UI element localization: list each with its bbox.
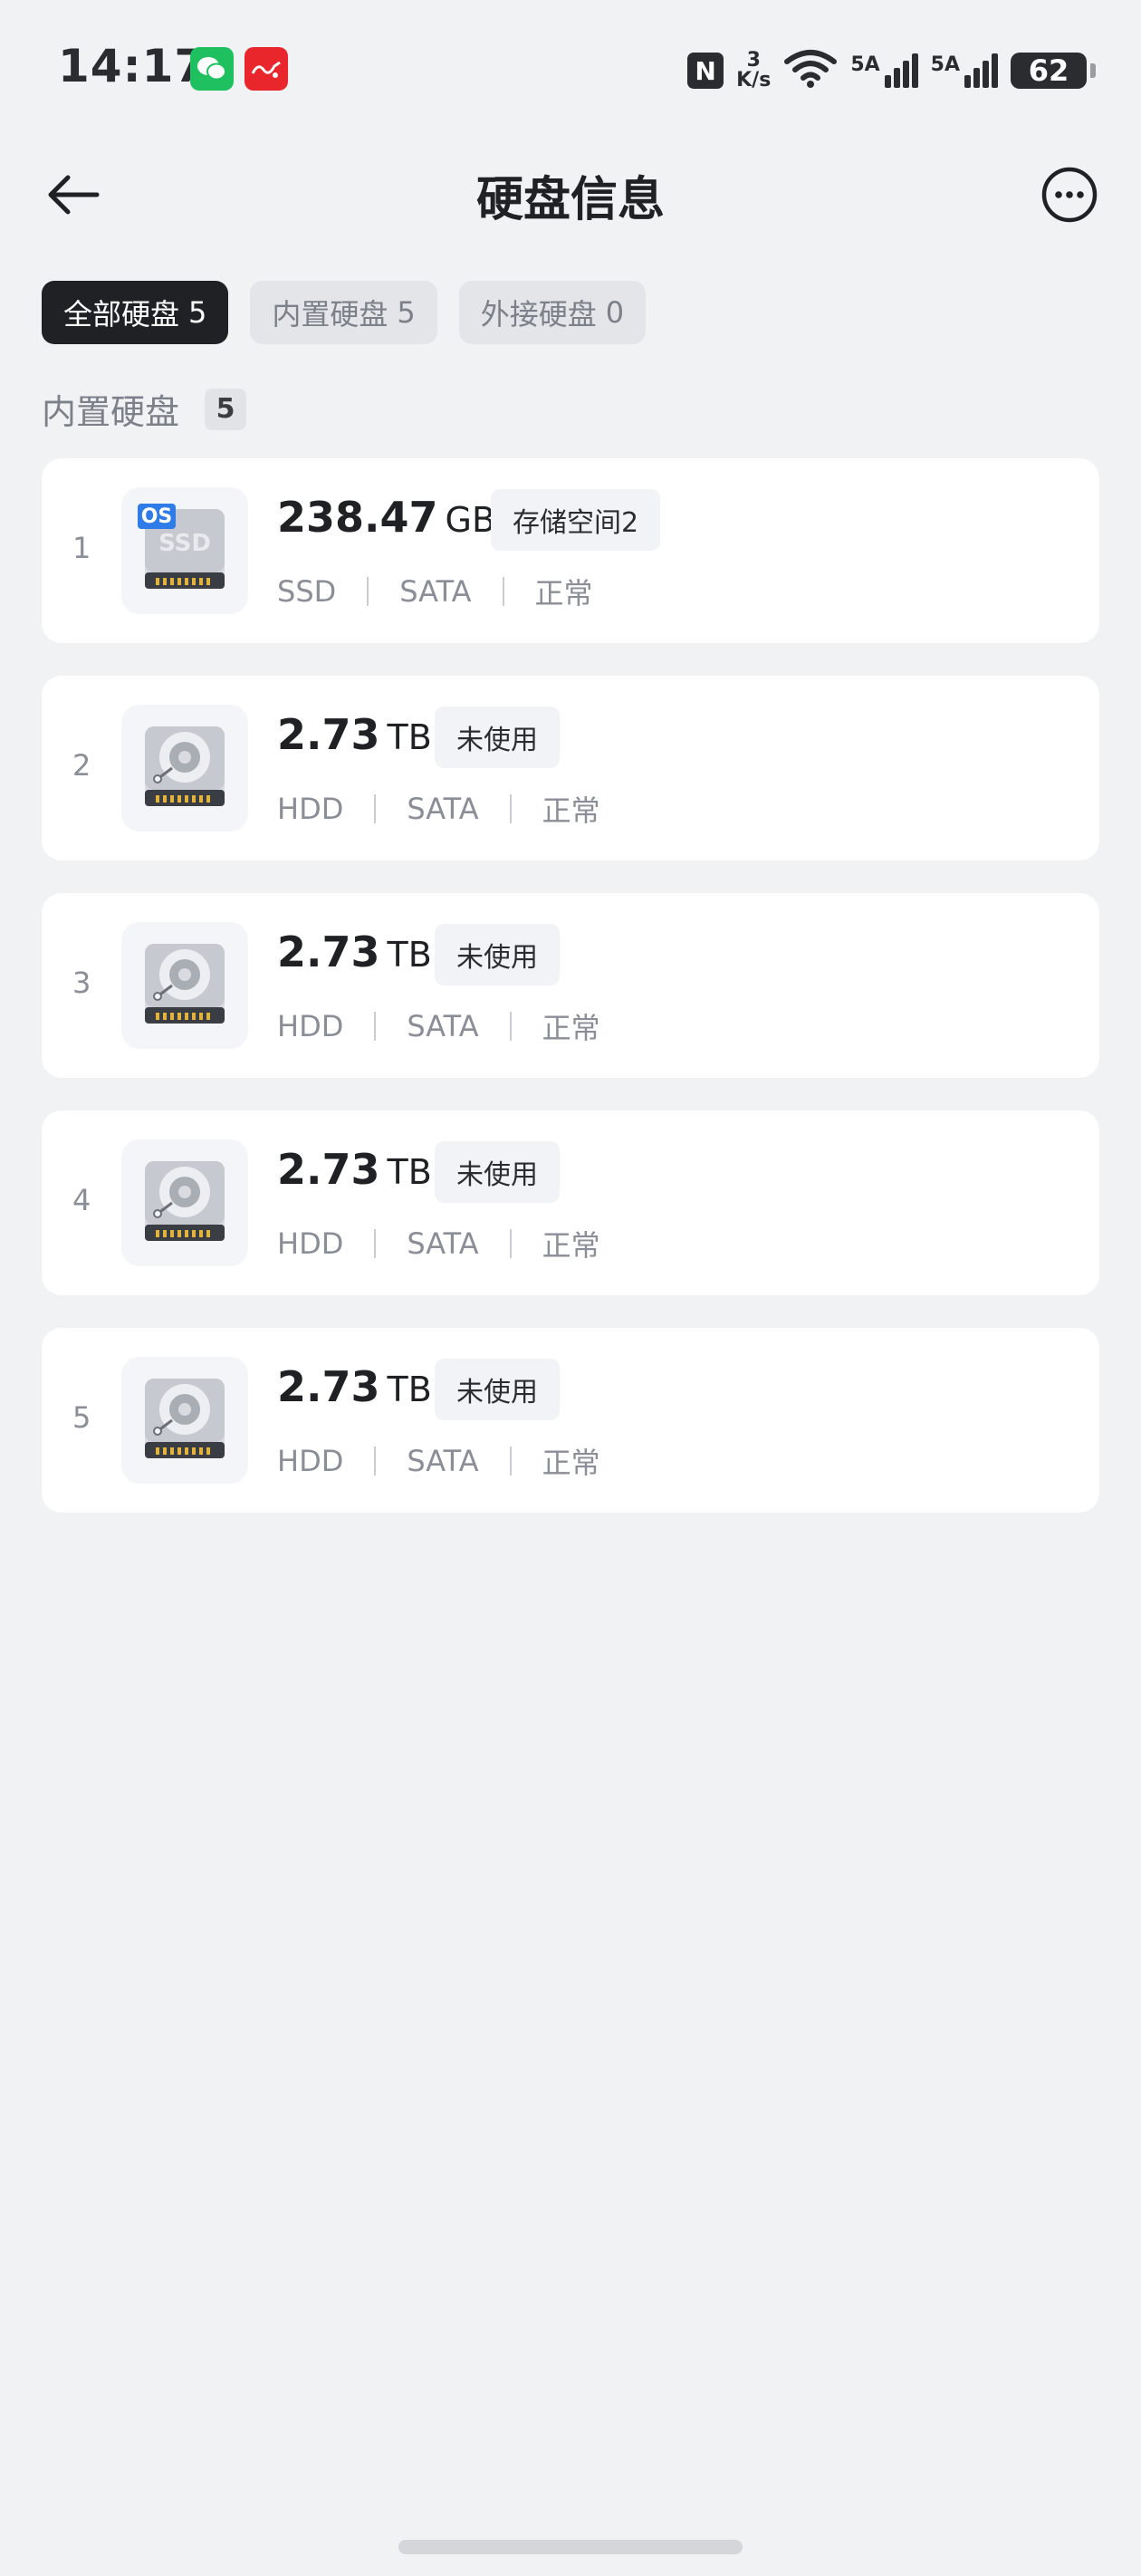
tab-count: 5 [188,295,207,330]
disk-size-unit: TB [387,1370,432,1409]
disk-size-value: 2.73 [277,710,380,759]
cellular-signal-2-icon: 5A [931,53,998,88]
tab-all-disks[interactable]: 全部硬盘 5 [42,281,229,344]
disk-index: 4 [72,1183,91,1217]
divider [509,1012,512,1041]
page-header: 硬盘信息 [0,145,1141,245]
disk-card[interactable]: 3 2.73 TB 未使用 HDD SATA 正常 [42,893,1099,1078]
divider [374,794,377,823]
cellular-signal-1-icon: 5A [850,53,918,88]
section-count-badge: 5 [205,388,247,430]
more-icon [1041,167,1098,223]
disk-interface: SATA [407,1226,479,1261]
usage-tag: 未使用 [435,1141,560,1203]
os-badge: OS [138,504,176,529]
disk-index: 3 [72,966,91,1000]
disk-card[interactable]: 5 2.73 TB 未使用 HDD SATA 正常 [42,1328,1099,1513]
disk-status: 正常 [534,576,593,610]
disk-capacity: 2.73 TB [277,710,432,759]
divider [502,577,504,606]
tab-label: 全部硬盘 [63,297,180,332]
disk-card[interactable]: 1 SSD OS 238.47 GB 存储空间2 SSD SATA 正常 [42,458,1099,643]
hdd-icon [121,1139,248,1266]
network-speed-value: 3 [746,49,761,72]
disk-type: HDD [277,792,344,826]
storage-pool-tag: 存储空间2 [491,489,661,551]
status-bar: 14:17 N 3 K/s 5A 5A 62 [0,0,1141,136]
disk-meta: HDD SATA 正常 [277,1005,600,1047]
app-notification-icon [244,47,288,91]
disk-size-unit: TB [387,935,432,975]
divider [509,794,512,823]
disk-size-value: 2.73 [277,1145,380,1194]
network-speed: 3 K/s [736,51,771,91]
more-options-button[interactable] [1038,163,1101,226]
section-title: 内置硬盘 [42,392,180,432]
usage-tag: 未使用 [435,924,560,985]
status-time: 14:17 [58,40,207,92]
disk-size-value: 2.73 [277,1362,380,1411]
page-title: 硬盘信息 [475,173,665,227]
disk-interface: SATA [407,792,479,826]
disk-meta: HDD SATA 正常 [277,788,600,830]
divider [374,1229,377,1258]
disk-status: 正常 [542,1228,600,1263]
disk-status: 正常 [542,1011,600,1045]
section-header: 内置硬盘 5 [42,384,247,434]
disk-interface: SATA [407,1444,479,1478]
disk-card[interactable]: 2 2.73 TB 未使用 HDD SATA 正常 [42,676,1099,860]
tab-count: 0 [605,295,625,330]
signal-2-label: 5A [930,53,960,76]
disk-interface: SATA [407,1009,479,1043]
disk-meta: HDD SATA 正常 [277,1440,600,1482]
disk-capacity: 238.47 GB [277,493,495,542]
hdd-icon [121,922,248,1049]
tab-label: 外接硬盘 [480,297,597,332]
disk-status: 正常 [542,1446,600,1480]
disk-size-unit: TB [387,1152,432,1192]
disk-capacity: 2.73 TB [277,928,432,976]
wifi-icon [783,49,838,92]
disk-interface: SATA [399,574,472,609]
battery-icon: 62 [1011,53,1096,89]
disk-type: HDD [277,1009,344,1043]
tab-count: 5 [397,295,416,330]
disk-card[interactable]: 4 2.73 TB 未使用 HDD SATA 正常 [42,1110,1099,1295]
disk-meta: SSD SATA 正常 [277,571,593,612]
disk-size-value: 2.73 [277,928,380,976]
disk-list: 1 SSD OS 238.47 GB 存储空间2 SSD SATA 正常 2 2… [42,458,1099,1545]
network-speed-unit: K/s [736,69,772,91]
usage-tag: 未使用 [435,706,560,768]
disk-status: 正常 [542,793,600,828]
divider [374,1447,377,1475]
tab-external-disks[interactable]: 外接硬盘 0 [458,281,647,344]
disk-index: 5 [72,1400,91,1435]
disk-size-unit: TB [387,717,432,757]
ssd-icon-label: SSD [158,530,211,557]
divider [367,577,369,606]
usage-tag: 未使用 [435,1359,560,1420]
signal-1-label: 5A [850,53,880,76]
home-indicator[interactable] [398,2540,743,2554]
disk-index: 2 [72,748,91,783]
nfc-icon: N [687,53,724,89]
hdd-icon [121,1357,248,1484]
disk-size-unit: GB [445,500,496,540]
disk-type: HDD [277,1226,344,1261]
disk-filter-tabs: 全部硬盘 5 内置硬盘 5 外接硬盘 0 [42,281,647,344]
disk-capacity: 2.73 TB [277,1145,432,1194]
disk-type: HDD [277,1444,344,1478]
divider [509,1447,512,1475]
tab-internal-disks[interactable]: 内置硬盘 5 [250,281,437,344]
disk-meta: HDD SATA 正常 [277,1223,600,1264]
divider [509,1229,512,1258]
disk-size-value: 238.47 [277,493,438,542]
disk-type: SSD [277,574,337,609]
disk-index: 1 [72,531,91,565]
wechat-icon [190,47,234,91]
disk-capacity: 2.73 TB [277,1362,432,1411]
hdd-icon [121,705,248,831]
divider [374,1012,377,1041]
tab-label: 内置硬盘 [272,297,388,332]
